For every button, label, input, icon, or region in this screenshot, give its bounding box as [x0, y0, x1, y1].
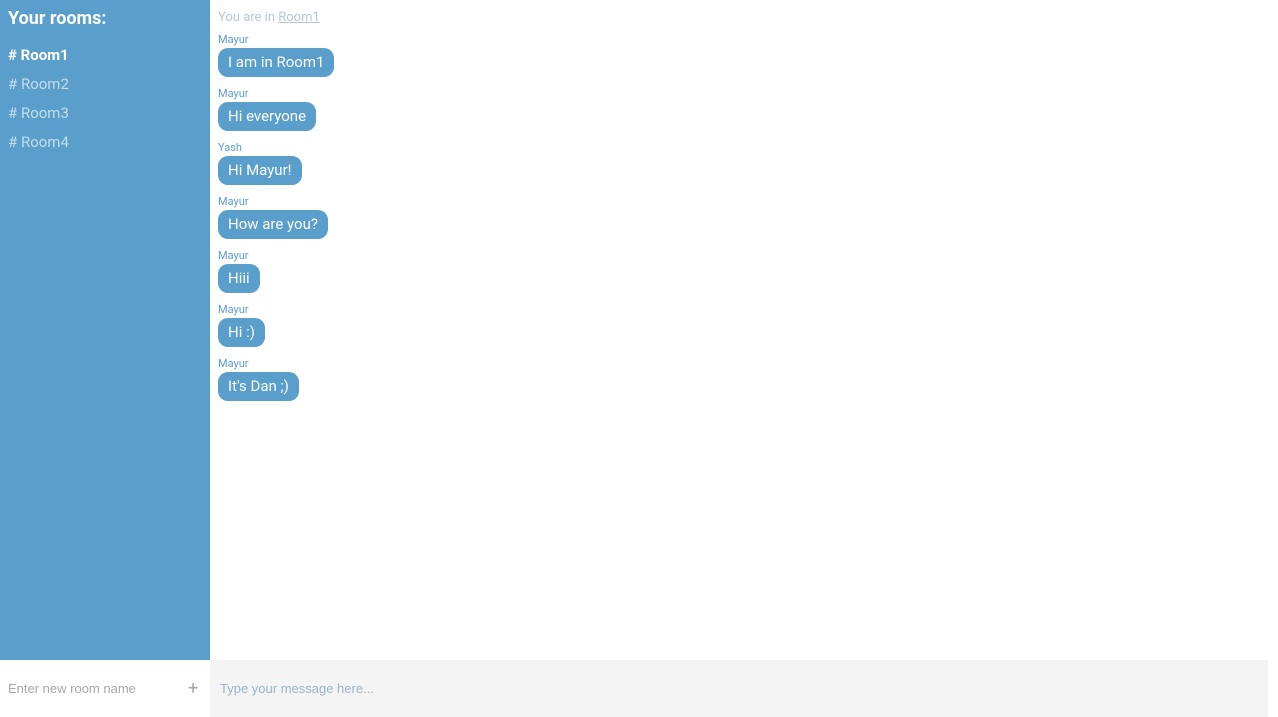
main: You are in Room1 MayurI am in Room1Mayur…: [210, 0, 1278, 717]
message-list: Mayur I am in Room1 Mayur Hi everyone Yash Hi…: [210, 33, 1278, 660]
sidebar-top: Your rooms: # Room1# Room2# Room3# Room4: [0, 0, 210, 660]
new-room-input[interactable]: [8, 681, 184, 696]
message: Yash Hi Mayur!: [218, 141, 1270, 185]
room-list: # Room1# Room2# Room3# Room4: [8, 41, 202, 157]
sidebar-item-room4[interactable]: # Room4: [8, 128, 202, 157]
composer: [210, 660, 1268, 717]
message-bubble: Hi :): [218, 318, 265, 347]
sidebar-item-room3[interactable]: # Room3: [8, 99, 202, 128]
message-sender: Mayur: [218, 87, 1270, 100]
sidebar-new-room: +: [0, 660, 210, 717]
sidebar-title: Your rooms:: [8, 8, 202, 29]
message-bubble: Hi everyone: [218, 102, 316, 131]
room-header: You are in Room1: [210, 0, 1278, 33]
message-bubble: Hi Mayur!: [218, 156, 302, 185]
message: Mayur Hiii: [218, 249, 1270, 293]
header-prefix: You are in: [218, 10, 278, 25]
message: Mayur It's Dan ;): [218, 357, 1270, 401]
message: Mayur I am in Room1: [218, 33, 1270, 77]
message-bubble: How are you?: [218, 210, 328, 239]
message-sender: Mayur: [218, 357, 1270, 370]
sidebar-item-room2[interactable]: # Room2: [8, 70, 202, 99]
message-input[interactable]: [220, 681, 1258, 696]
message-sender: Mayur: [218, 249, 1270, 262]
message: Mayur Hi everyone: [218, 87, 1270, 131]
message: Mayur How are you?: [218, 195, 1270, 239]
message-bubble: Hiii: [218, 264, 260, 293]
message-sender: Yash: [218, 141, 1270, 154]
sidebar: Your rooms: # Room1# Room2# Room3# Room4…: [0, 0, 210, 717]
sidebar-item-room1[interactable]: # Room1: [8, 41, 202, 70]
message-bubble: It's Dan ;): [218, 372, 299, 401]
message-bubble: I am in Room1: [218, 48, 334, 77]
plus-icon[interactable]: +: [184, 678, 202, 699]
message-sender: Mayur: [218, 303, 1270, 316]
message-sender: Mayur: [218, 195, 1270, 208]
message: Mayur Hi :): [218, 303, 1270, 347]
message-sender: Mayur: [218, 33, 1270, 46]
room-link[interactable]: Room1: [278, 10, 320, 25]
